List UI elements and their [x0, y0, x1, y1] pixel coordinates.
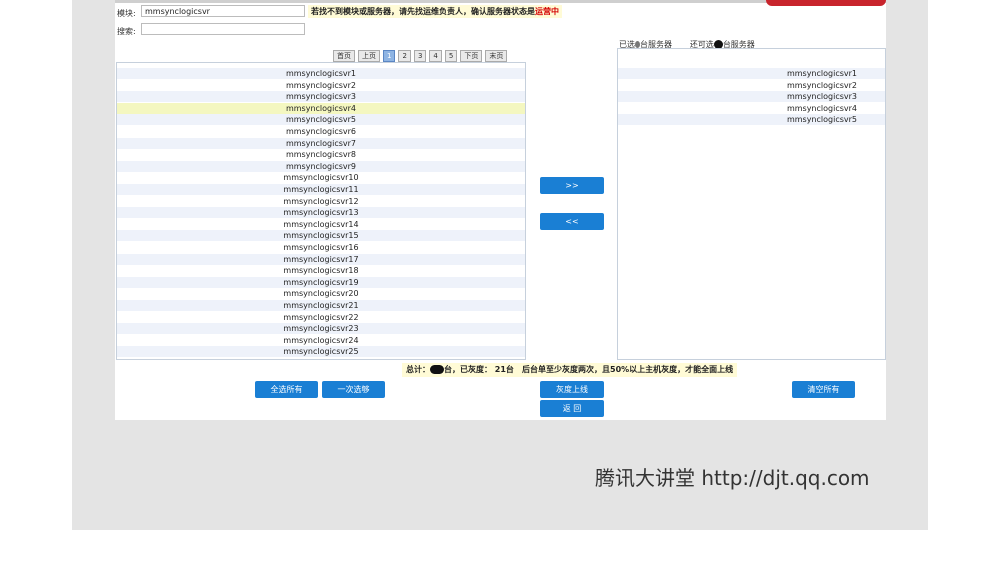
server-row[interactable]: mmsynclogicsvr11 [117, 184, 525, 195]
server-row[interactable]: mmsynclogicsvr17 [117, 253, 525, 265]
total-suffix: 台，已灰度： 21台 [444, 365, 514, 374]
pager-prev[interactable]: 上页 [358, 50, 380, 62]
pager-page-5[interactable]: 5 [444, 50, 458, 62]
pagination: 首页 上页 1 2 3 4 5 下页 末页 [333, 50, 508, 62]
server-row[interactable]: mmsynclogicsvr21 [117, 300, 525, 311]
server-row[interactable]: mmsynclogicsvr4 [618, 103, 885, 114]
server-row[interactable]: mmsynclogicsvr9 [117, 160, 525, 172]
server-row[interactable]: mmsynclogicsvr7 [117, 137, 525, 149]
server-row[interactable]: mmsynclogicsvr4 [117, 102, 525, 114]
server-row[interactable]: mmsynclogicsvr18 [117, 265, 525, 276]
remove-selected-button[interactable]: << [540, 213, 604, 230]
search-label: 搜索: [117, 27, 136, 36]
server-row[interactable]: mmsynclogicsvr1 [117, 68, 525, 79]
add-selected-button[interactable]: >> [540, 177, 604, 194]
server-row[interactable]: mmsynclogicsvr12 [117, 196, 525, 207]
notice-highlight: 运营中 [535, 7, 559, 16]
server-row[interactable]: mmsynclogicsvr13 [117, 207, 525, 219]
server-row[interactable]: mmsynclogicsvr20 [117, 288, 525, 299]
server-row[interactable]: mmsynclogicsvr24 [117, 335, 525, 346]
back-button[interactable]: 返 回 [540, 400, 604, 417]
module-label: 模块: [117, 9, 136, 18]
corner-banner-image [766, 0, 886, 6]
watermark-text: 腾讯大讲堂 http://djt.qq.com [595, 466, 870, 490]
server-row[interactable]: mmsynclogicsvr3 [117, 91, 525, 103]
server-row[interactable]: mmsynclogicsvr2 [117, 80, 525, 91]
module-notice-text: 若找不到模块或服务器，请先找运维负责人，确认服务器状态是 [311, 7, 535, 16]
server-row[interactable]: mmsynclogicsvr19 [117, 276, 525, 288]
pager-page-1[interactable]: 1 [383, 50, 396, 62]
pager-page-2[interactable]: 2 [398, 50, 411, 62]
server-row[interactable]: mmsynclogicsvr2 [618, 80, 885, 91]
redacted-mark [430, 365, 444, 374]
server-row[interactable]: mmsynclogicsvr5 [618, 114, 885, 126]
selected-server-list[interactable]: mmsynclogicsvr1 mmsynclogicsvr2 mmsynclogi… [617, 48, 886, 360]
module-input[interactable]: mmsynclogicsvr [141, 5, 305, 17]
pager-page-3[interactable]: 3 [413, 50, 427, 62]
gray-release-button[interactable]: 灰度上线 [540, 381, 604, 398]
server-row[interactable]: mmsynclogicsvr16 [117, 242, 525, 253]
server-row[interactable]: mmsynclogicsvr23 [117, 323, 525, 335]
server-row[interactable]: mmsynclogicsvr3 [618, 91, 885, 103]
server-row[interactable]: mmsynclogicsvr14 [117, 219, 525, 230]
select-once-button[interactable]: 一次选够 [322, 381, 385, 398]
total-summary: 总计： 台，已灰度： 21台 [402, 363, 518, 377]
server-row[interactable]: mmsynclogicsvr15 [117, 230, 525, 242]
server-row[interactable]: mmsynclogicsvr25 [117, 346, 525, 358]
total-prefix: 总计： [406, 365, 430, 374]
clear-all-button[interactable]: 清空所有 [792, 381, 855, 398]
server-row[interactable]: mmsynclogicsvr22 [117, 312, 525, 323]
pager-next[interactable]: 下页 [460, 50, 483, 62]
pager-first[interactable]: 首页 [333, 50, 355, 62]
pager-last[interactable]: 末页 [485, 50, 508, 62]
search-input[interactable] [141, 23, 305, 35]
server-row[interactable]: mmsynclogicsvr8 [117, 149, 525, 160]
select-all-button[interactable]: 全选所有 [255, 381, 318, 398]
module-notice: 若找不到模块或服务器，请先找运维负责人，确认服务器状态是运营中 [308, 5, 562, 18]
release-rule-text: 后台单至少灰度两次，且50%以上主机灰度，才能全面上线 [518, 363, 738, 377]
server-row[interactable]: mmsynclogicsvr1 [618, 68, 885, 79]
available-server-list[interactable]: mmsynclogicsvr1 mmsynclogicsvr2 mmsynclogi… [116, 62, 526, 360]
server-row[interactable]: mmsynclogicsvr6 [117, 126, 525, 137]
pager-page-4[interactable]: 4 [429, 50, 442, 62]
server-row[interactable]: mmsynclogicsvr5 [117, 114, 525, 126]
server-row[interactable]: mmsynclogicsvr10 [117, 172, 525, 183]
